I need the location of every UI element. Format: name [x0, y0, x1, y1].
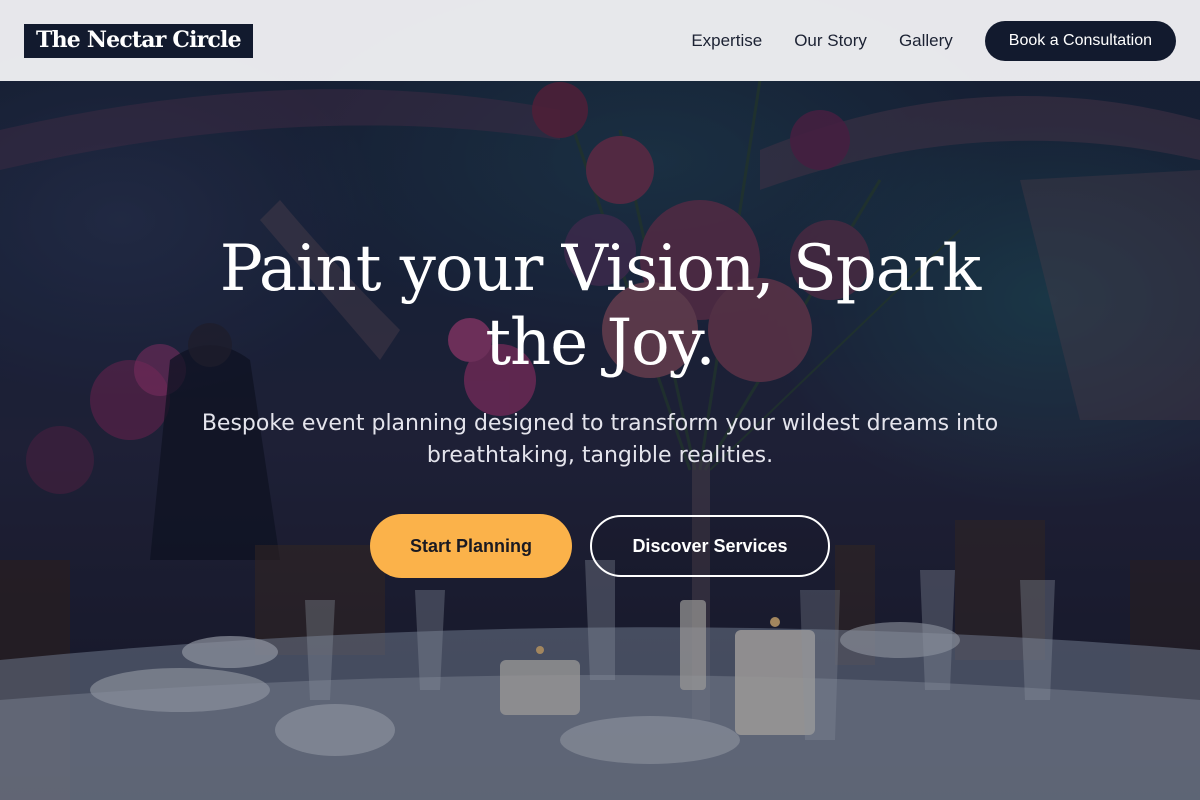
nav-link-gallery[interactable]: Gallery — [899, 31, 953, 51]
brand-logo[interactable]: The Nectar Circle — [24, 23, 253, 58]
start-planning-button[interactable]: Start Planning — [370, 514, 572, 578]
hero-section: Paint your Vision, Spark the Joy. Bespok… — [0, 232, 1200, 578]
nav-link-our-story[interactable]: Our Story — [794, 31, 867, 51]
nav-link-expertise[interactable]: Expertise — [691, 31, 762, 51]
book-consultation-button[interactable]: Book a Consultation — [984, 20, 1176, 61]
site-header: The Nectar Circle Expertise Our Story Ga… — [0, 0, 1200, 81]
hero-actions: Start Planning Discover Services — [0, 514, 1200, 578]
hero-title: Paint your Vision, Spark the Joy. — [219, 232, 982, 380]
main-nav: Expertise Our Story Gallery Book a Consu… — [691, 20, 1176, 61]
hero-subtitle: Bespoke event planning designed to trans… — [201, 411, 999, 468]
discover-services-button[interactable]: Discover Services — [590, 515, 830, 577]
